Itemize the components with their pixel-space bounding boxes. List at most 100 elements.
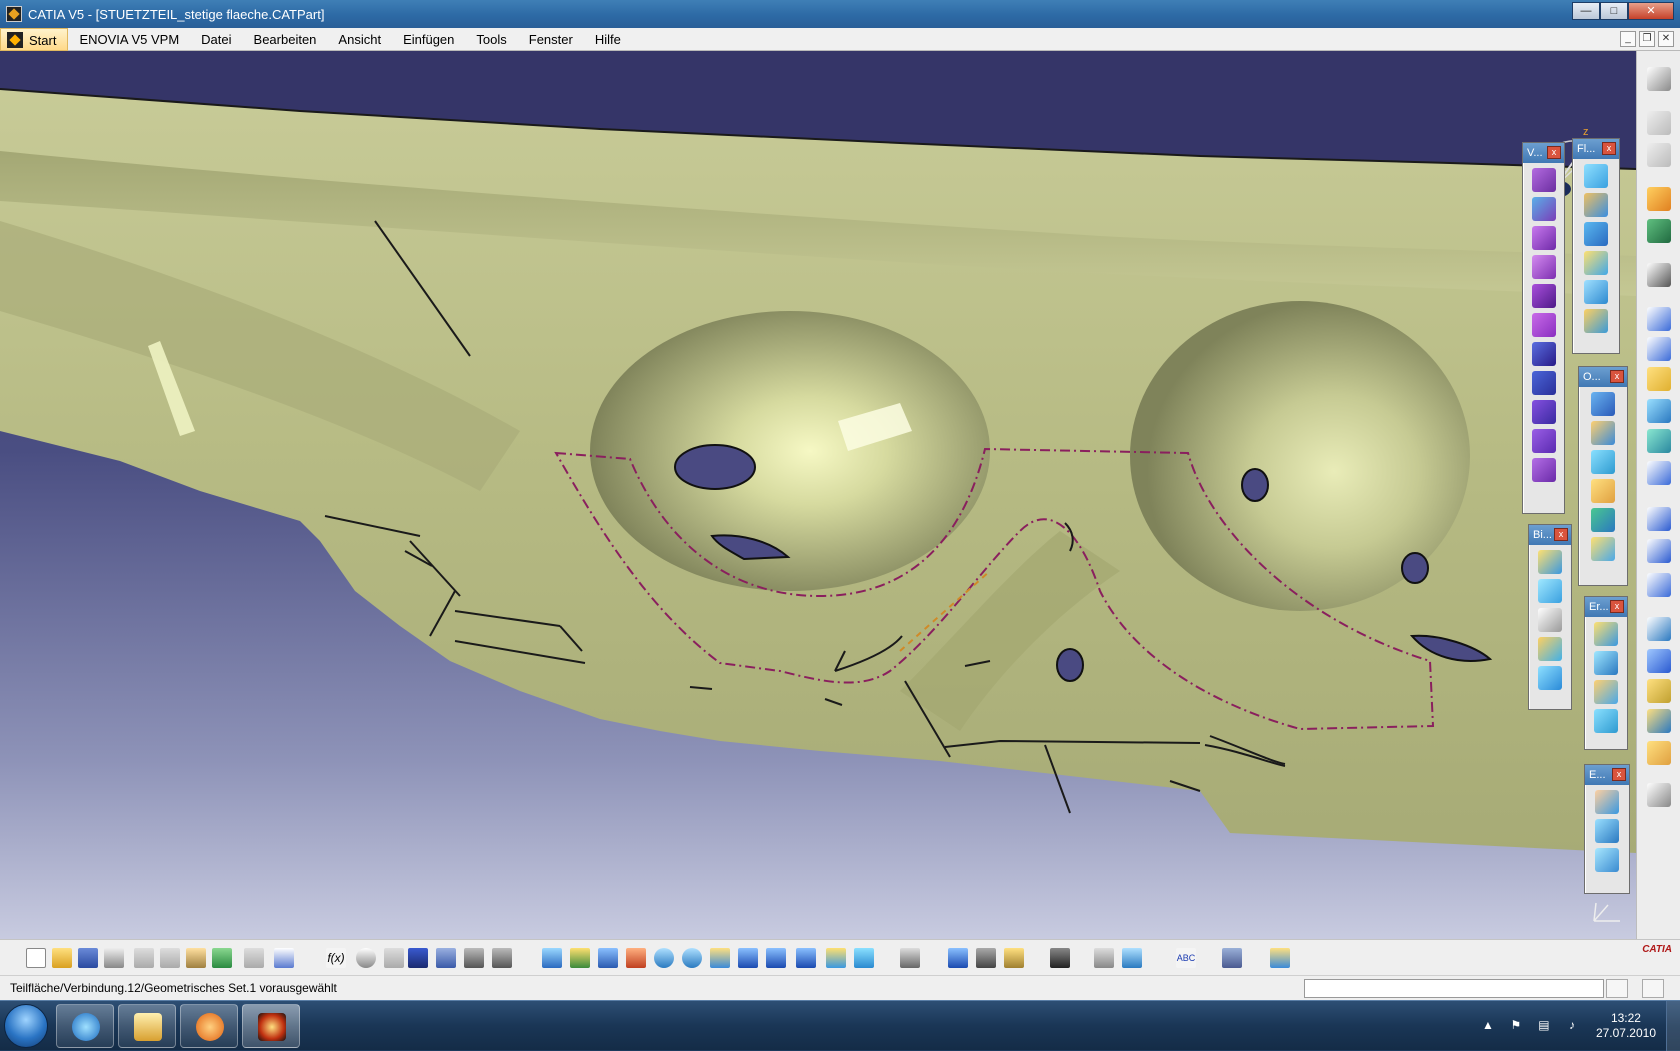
maximize-button[interactable]: □ <box>1600 2 1628 20</box>
rotate-icon[interactable] <box>626 948 646 968</box>
minimize-button[interactable]: — <box>1572 2 1600 20</box>
save-icon[interactable] <box>78 948 98 968</box>
toolbar-extra[interactable]: E... x <box>1584 764 1630 894</box>
tree-icon[interactable] <box>436 948 456 968</box>
spline-tool-icon[interactable] <box>1647 573 1671 597</box>
network-icon[interactable]: ▤ <box>1536 1018 1552 1034</box>
law-icon[interactable] <box>1595 790 1619 814</box>
swap-space-icon[interactable] <box>854 948 874 968</box>
zoom-in-icon[interactable] <box>654 948 674 968</box>
doc-close-button[interactable]: ✕ <box>1658 31 1674 47</box>
doc-minimize-button[interactable]: _ <box>1620 31 1636 47</box>
intersection-icon[interactable] <box>1538 666 1562 690</box>
taskbar-explorer[interactable] <box>118 1004 176 1048</box>
projection-tool-icon[interactable] <box>1647 399 1671 423</box>
select-icon[interactable] <box>1647 187 1671 211</box>
measure-item-icon[interactable] <box>976 948 996 968</box>
extrude-volume-icon[interactable] <box>1531 168 1556 192</box>
sketch-analysis-icon[interactable] <box>1270 948 1290 968</box>
part-geometry[interactable] <box>0 51 1636 939</box>
table-icon[interactable] <box>408 948 428 968</box>
hole-4[interactable] <box>1056 648 1084 682</box>
toolbar-extra-header[interactable]: E... x <box>1585 765 1629 785</box>
close-icon[interactable]: x <box>1612 768 1626 781</box>
undo-icon[interactable] <box>212 948 232 968</box>
start-orb-icon[interactable] <box>4 1004 48 1048</box>
add-volume-icon[interactable] <box>1531 342 1556 366</box>
tray-expand-icon[interactable]: ▲ <box>1480 1018 1496 1034</box>
extract-icon[interactable] <box>1591 450 1615 474</box>
intersect-volume-icon[interactable] <box>1531 400 1556 424</box>
close-button[interactable]: ✕ <box>1628 2 1674 20</box>
toolbar-flaechen-header[interactable]: Fl... x <box>1573 139 1619 159</box>
hole-3[interactable] <box>1401 552 1429 584</box>
split-icon[interactable] <box>1591 421 1615 445</box>
join-icon[interactable] <box>1591 392 1615 416</box>
hole-2[interactable] <box>1241 468 1269 502</box>
close-icon[interactable]: x <box>1610 600 1624 613</box>
catalog-browser-icon[interactable] <box>1094 948 1114 968</box>
toolbar-flaechen[interactable]: Fl... x <box>1572 138 1620 354</box>
parallel-curve-icon[interactable] <box>1647 461 1671 485</box>
hide-show-icon[interactable] <box>826 948 846 968</box>
measure-inertia-icon[interactable] <box>1004 948 1024 968</box>
whats-this-icon[interactable] <box>274 948 294 968</box>
paste-icon[interactable] <box>186 948 206 968</box>
comment-icon[interactable] <box>356 948 376 968</box>
fillet-icon[interactable] <box>1591 479 1615 503</box>
toolbar-operationen-header[interactable]: O... x <box>1579 367 1627 387</box>
toolbar-volumes[interactable]: V... x <box>1522 142 1565 514</box>
bump-icon[interactable] <box>1594 709 1618 733</box>
deform-icon[interactable] <box>1594 651 1618 675</box>
menu-start[interactable]: Start <box>0 27 69 51</box>
toolbar-erzeugen-header[interactable]: Er... x <box>1585 597 1627 617</box>
show-desktop-button[interactable] <box>1666 1001 1680 1051</box>
union-trim-icon[interactable] <box>1531 429 1556 453</box>
connect-curve-icon[interactable] <box>1595 848 1619 872</box>
3d-viewport[interactable]: x y z <box>0 51 1636 939</box>
normal-view-icon[interactable] <box>710 948 730 968</box>
redo-icon[interactable] <box>244 948 264 968</box>
inertia-icon[interactable] <box>1647 143 1671 167</box>
menu-enovia[interactable]: ENOVIA V5 VPM <box>68 28 190 51</box>
catalog-tool-icon[interactable] <box>1647 741 1671 765</box>
knowledge-icon[interactable] <box>384 948 404 968</box>
develop-icon[interactable] <box>1594 622 1618 646</box>
pattern-tool-icon[interactable] <box>1647 649 1671 673</box>
cut-icon[interactable] <box>134 948 154 968</box>
sweep-volume-icon[interactable] <box>1531 255 1556 279</box>
pocket-1[interactable] <box>590 311 990 591</box>
toolbar-operationen[interactable]: O... x <box>1578 366 1628 586</box>
toolbar-bibliothek[interactable]: Bi... x <box>1528 524 1572 710</box>
catia-app-icon[interactable] <box>6 6 22 22</box>
menu-fenster[interactable]: Fenster <box>518 28 584 51</box>
measure-between-icon[interactable] <box>948 948 968 968</box>
wrap-surface-icon[interactable] <box>1594 680 1618 704</box>
point-tool-icon[interactable] <box>1647 307 1671 331</box>
remove-volume-icon[interactable] <box>1531 371 1556 395</box>
toolbar-volumes-header[interactable]: V... x <box>1523 143 1564 163</box>
sphere-volume-icon[interactable] <box>1531 226 1556 250</box>
revolve-volume-icon[interactable] <box>1531 197 1556 221</box>
thick-volume-icon[interactable] <box>1531 284 1556 308</box>
close-icon[interactable]: x <box>1547 146 1561 159</box>
formula-icon[interactable]: f(x) <box>326 948 346 968</box>
flag-icon[interactable]: ⚑ <box>1508 1018 1524 1034</box>
shading-icon[interactable] <box>796 948 816 968</box>
macro-icon[interactable] <box>492 948 512 968</box>
doc-restore-button[interactable]: ❐ <box>1639 31 1655 47</box>
point-icon[interactable] <box>1538 550 1562 574</box>
circle-tool-icon[interactable] <box>1647 507 1671 531</box>
sketcher-icon[interactable] <box>1647 263 1671 287</box>
fill-surface-icon[interactable] <box>1584 251 1608 275</box>
projection-icon[interactable] <box>1538 637 1562 661</box>
new-file-icon[interactable] <box>26 948 46 968</box>
pan-icon[interactable] <box>598 948 618 968</box>
apply-material-icon[interactable] <box>1222 948 1242 968</box>
print-icon[interactable] <box>104 948 124 968</box>
menu-ansicht[interactable]: Ansicht <box>327 28 392 51</box>
spell-check-icon[interactable]: ABC <box>1176 948 1196 968</box>
split-volume-icon[interactable] <box>1531 458 1556 482</box>
combine-tool-icon[interactable] <box>1647 429 1671 453</box>
sweep-surface-icon[interactable] <box>1584 222 1608 246</box>
